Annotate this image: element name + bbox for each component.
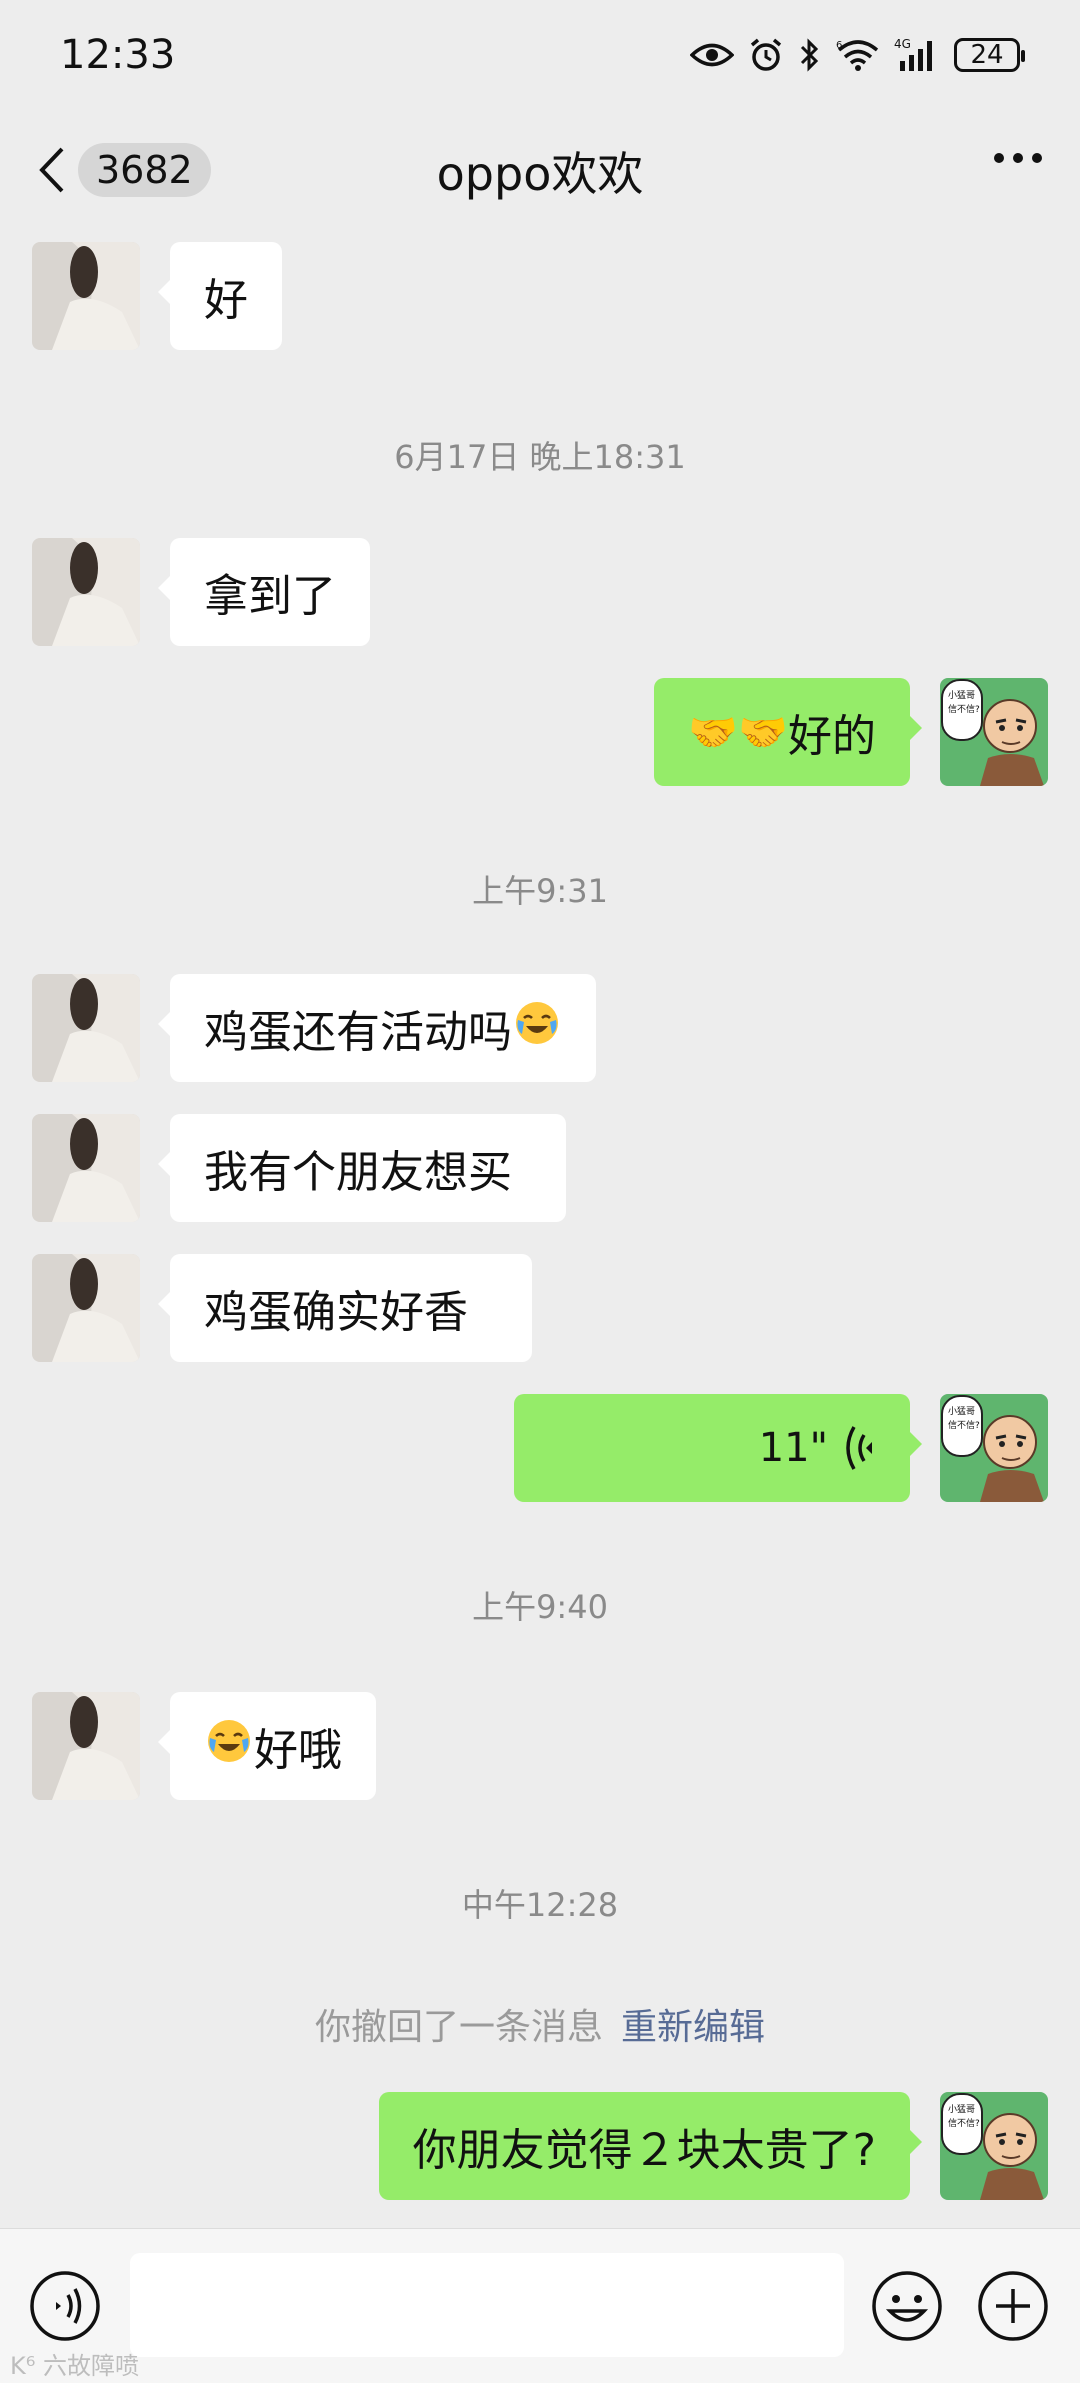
recall-notice: 你撤回了一条消息 重新编辑 [0, 1998, 1080, 2050]
chat-title: oppo欢欢 [436, 147, 644, 201]
my-avatar[interactable]: 小猛哥信不信? [940, 2092, 1048, 2200]
message-row: 鸡蛋确实好香 [0, 1254, 1080, 1362]
contact-avatar[interactable] [32, 538, 140, 646]
contact-avatar[interactable] [32, 1114, 140, 1222]
message-row: 拿到了 [0, 538, 1080, 646]
emoji-icon [872, 2271, 942, 2341]
timestamp: 上午9:31 [472, 872, 608, 910]
message-row: 好哦 [0, 1692, 1080, 1800]
voice-duration: 11" [758, 1425, 828, 1471]
message-bubble[interactable]: 你朋友觉得２块太贵了? [378, 2092, 923, 2200]
battery-indicator: 24 [954, 38, 1025, 72]
message-bubble[interactable]: 🤝🤝 好的 [654, 678, 922, 786]
contact-avatar[interactable] [32, 1254, 140, 1362]
message-bubble[interactable]: 拿到了 [158, 538, 370, 646]
laugh-cry-emoji [514, 1000, 560, 1057]
watermark: K⁶ 六故障喷 [10, 2352, 139, 2380]
status-bar: 12:33 6 4G 24 [0, 0, 1080, 110]
contact-avatar[interactable] [32, 1692, 140, 1800]
message-row: 好 [0, 242, 1080, 350]
more-button[interactable] [992, 150, 1044, 169]
message-text: 鸡蛋还有活动吗 [204, 1007, 512, 1058]
message-bubble[interactable]: 我有个朋友想买 [158, 1114, 566, 1222]
contact-avatar[interactable] [32, 974, 140, 1082]
status-time: 12:33 [60, 32, 176, 78]
bluetooth-icon [800, 38, 819, 72]
message-list[interactable]: 好 6月17日 晚上18:31 拿到了 🤝🤝 好的 小猛哥 信不信? 上午9:31 … [0, 230, 1080, 2228]
svg-text:4G: 4G [894, 37, 911, 51]
voice-wave-icon [846, 1426, 872, 1470]
alarm-icon [750, 38, 782, 71]
timestamp: 上午9:40 [472, 1588, 608, 1626]
svg-text:小猛哥: 小猛哥 [948, 1405, 975, 1417]
message-bubble[interactable]: 鸡蛋还有活动吗 [158, 974, 596, 1082]
message-text: 好的 [788, 711, 876, 762]
message-row: 鸡蛋还有活动吗 [0, 974, 1080, 1082]
more-icon [994, 153, 1042, 163]
message-bubble[interactable]: 好哦 [158, 1692, 376, 1800]
recall-text: 你撤回了一条消息 [314, 2007, 603, 2048]
timestamp: 6月17日 晚上18:31 [394, 438, 686, 476]
message-bubble[interactable]: 鸡蛋确实好香 [158, 1254, 532, 1362]
plus-icon [978, 2271, 1048, 2341]
plus-button[interactable] [976, 2269, 1050, 2347]
contact-avatar[interactable] [32, 242, 140, 350]
signal-icon: 4G [894, 37, 932, 71]
timestamp: 中午12:28 [461, 1886, 619, 1924]
svg-text:小猛哥: 小猛哥 [948, 2103, 975, 2115]
eye-icon [690, 43, 734, 67]
handshake-emoji: 🤝🤝 [688, 709, 788, 756]
my-avatar[interactable]: 小猛哥信不信? [940, 678, 1048, 786]
message-row: 🤝🤝 好的 小猛哥信不信? [0, 678, 1080, 786]
message-row: 你朋友觉得２块太贵了? 小猛哥信不信? [0, 2092, 1080, 2200]
wifi-sim-label: 6 [836, 40, 842, 51]
message-text: 好哦 [254, 1725, 342, 1776]
voice-icon [30, 2271, 100, 2341]
voice-input-button[interactable] [28, 2269, 102, 2347]
re-edit-link[interactable]: 重新编辑 [621, 2007, 765, 2048]
svg-text:信不信?: 信不信? [948, 2117, 980, 2129]
message-input[interactable] [130, 2253, 844, 2357]
svg-text:小猛哥: 小猛哥 [948, 689, 975, 701]
message-row: 我有个朋友想买 [0, 1114, 1080, 1222]
status-icons: 6 4G 24 [690, 37, 1025, 73]
wifi-icon: 6 [836, 40, 879, 71]
input-bar [0, 2228, 1080, 2383]
message-row: 11" 小猛哥信不信? [0, 1394, 1080, 1502]
chat-header: 3682 oppo欢欢 [0, 110, 1080, 230]
my-avatar[interactable]: 小猛哥信不信? [940, 1394, 1048, 1502]
svg-text:信不信?: 信不信? [948, 703, 980, 715]
message-bubble[interactable]: 好 [158, 242, 282, 350]
emoji-button[interactable] [870, 2269, 944, 2347]
laugh-cry-emoji [206, 1718, 252, 1775]
voice-message-bubble[interactable]: 11" [514, 1394, 922, 1502]
svg-text:信不信?: 信不信? [948, 1419, 980, 1431]
